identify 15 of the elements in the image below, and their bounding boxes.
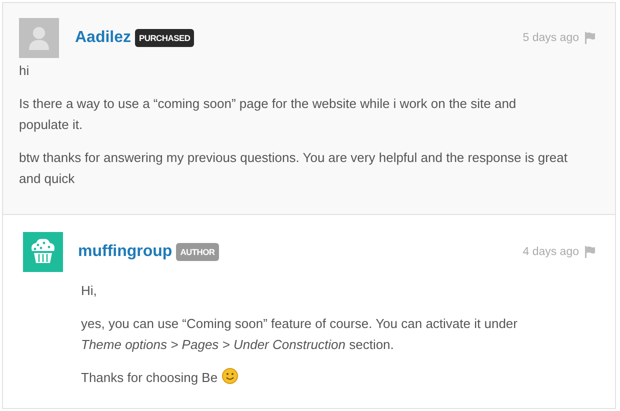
comment-text: Hi,	[81, 282, 98, 300]
comment-text: Is there a way to use a “coming soon” page for the website while i work on the site and populate it.	[19, 95, 518, 134]
author-badge: AUTHOR	[176, 243, 219, 261]
flag-icon[interactable]	[584, 246, 596, 258]
comment-text: yes, you can use “Coming soon” feature of course. You can activate it under Theme options > Pages > Under Construction section.	[81, 315, 518, 354]
author-link[interactable]: muffingroup	[78, 243, 172, 261]
author-badge: PURCHASED	[135, 29, 194, 47]
flag-icon[interactable]	[584, 32, 596, 44]
author-link[interactable]: Aadilez	[75, 29, 132, 47]
comment-text: hi	[19, 62, 30, 80]
timestamp: 5 days ago	[522, 32, 579, 44]
comment-text: btw thanks for answering my previous questions. You are very helpful and the response is great and quick	[19, 149, 568, 188]
timestamp: 4 days ago	[522, 246, 579, 258]
comment-text: Thanks for choosing Be	[81, 367, 559, 388]
smiley-icon	[222, 368, 238, 384]
